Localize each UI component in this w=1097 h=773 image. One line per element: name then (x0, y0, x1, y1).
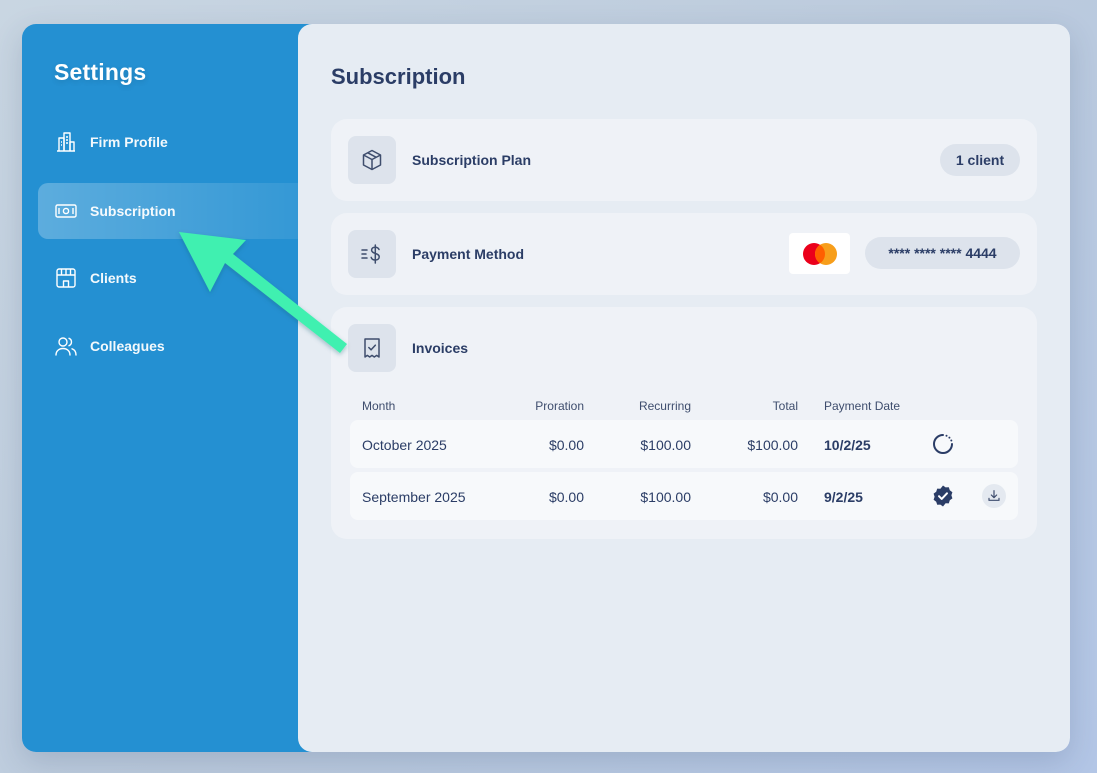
table-row[interactable]: October 2025 $0.00 $100.00 $100.00 10/2/… (350, 420, 1018, 468)
invoice-proration: $0.00 (548, 489, 584, 505)
storefront-icon (54, 266, 78, 290)
package-icon (348, 136, 396, 184)
download-invoice-button[interactable] (982, 484, 1006, 508)
plan-client-count-badge[interactable]: 1 client (940, 144, 1020, 176)
invoice-total: $100.00 (747, 437, 798, 453)
invoice-payment-date: 10/2/25 (824, 437, 871, 453)
sidebar-item-label: Subscription (90, 203, 176, 219)
sidebar-item-label: Clients (90, 270, 137, 286)
settings-window: Settings Firm Profile Subscription Clien… (22, 24, 1070, 752)
page-title: Subscription (331, 64, 466, 89)
dollar-transfer-icon (348, 230, 396, 278)
download-icon (988, 490, 1000, 501)
column-header-recurring: Recurring (638, 399, 691, 413)
subscription-plan-card: Subscription Plan 1 client (331, 119, 1037, 201)
sidebar-item-firm-profile[interactable]: Firm Profile (38, 114, 322, 170)
mastercard-icon (789, 233, 850, 274)
invoice-proration: $0.00 (548, 437, 584, 453)
column-header-month: Month (362, 399, 396, 413)
invoice-total: $0.00 (762, 489, 798, 505)
building-icon (54, 130, 78, 154)
card-title: Payment Method (412, 246, 525, 262)
column-header-proration: Proration (535, 399, 584, 413)
verified-badge-icon (931, 484, 955, 508)
sidebar-item-subscription[interactable]: Subscription (38, 183, 322, 239)
card-title: Subscription Plan (412, 152, 532, 168)
card-header: Payment Method (348, 230, 524, 278)
invoice-recurring: $100.00 (640, 437, 691, 453)
sidebar-item-colleagues[interactable]: Colleagues (38, 318, 322, 374)
receipt-check-icon (348, 324, 396, 372)
card-number-badge[interactable]: **** **** **** 4444 (865, 237, 1020, 269)
invoice-table-header: Month Proration Recurring Total Payment … (331, 399, 1037, 415)
card-header: Invoices (348, 324, 468, 372)
invoice-month: September 2025 (362, 489, 466, 505)
sidebar-item-clients[interactable]: Clients (38, 250, 322, 306)
users-icon (54, 334, 78, 358)
invoice-payment-date: 9/2/25 (824, 489, 863, 505)
table-row[interactable]: September 2025 $0.00 $100.00 $0.00 9/2/2… (350, 472, 1018, 520)
sidebar: Settings Firm Profile Subscription Clien… (22, 24, 322, 752)
main-panel: Subscription Subscription Plan 1 client (298, 24, 1070, 752)
column-header-total: Total (772, 399, 798, 413)
banknote-icon (54, 199, 78, 223)
card-header: Subscription Plan (348, 136, 531, 184)
payment-method-card: Payment Method **** **** **** 4444 (331, 213, 1037, 295)
invoices-card: Invoices Month Proration Recurring Total… (331, 307, 1037, 539)
column-header-payment-date: Payment Date (824, 399, 901, 413)
invoice-month: October 2025 (362, 437, 447, 453)
sidebar-title: Settings (54, 59, 147, 85)
sidebar-item-label: Colleagues (90, 338, 165, 354)
card-title: Invoices (412, 340, 469, 356)
pending-spinner-icon (931, 432, 955, 456)
sidebar-item-label: Firm Profile (90, 134, 168, 150)
invoice-recurring: $100.00 (640, 489, 691, 505)
